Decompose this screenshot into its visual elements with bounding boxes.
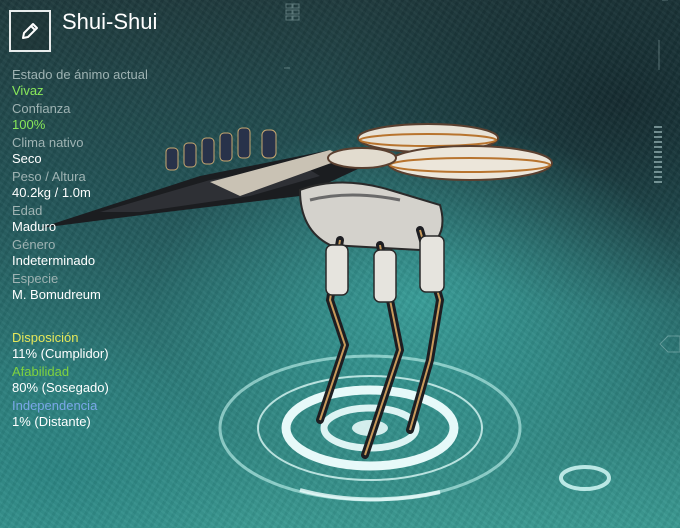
stat-label: Clima nativo <box>12 135 84 150</box>
stat-label: Confianza <box>12 101 71 116</box>
stat-label: Peso / Altura <box>12 169 86 184</box>
trait-label: Independencia <box>12 398 98 413</box>
stats-panel: Estado de ánimo actual Vivaz Confianza 1… <box>12 67 212 305</box>
trait-affability: Afabilidad 80% (Sosegado) <box>12 364 109 396</box>
stat-label: Especie <box>12 271 59 286</box>
stat-species: Especie M. Bomudreum <box>12 271 212 303</box>
stat-trust: Confianza 100% <box>12 101 212 133</box>
stat-gender: Género Indeterminado <box>12 237 212 269</box>
stat-label: Edad <box>12 203 43 218</box>
stat-value: 100% <box>12 117 46 132</box>
trait-label: Disposición <box>12 330 79 345</box>
stat-mood: Estado de ánimo actual Vivaz <box>12 67 212 99</box>
stat-value: Vivaz <box>12 83 44 98</box>
creature-name: Shui-Shui <box>62 9 158 34</box>
stat-label: Estado de ánimo actual <box>12 67 148 82</box>
traits-panel: Disposición 11% (Cumplidor) Afabilidad 8… <box>12 330 109 432</box>
trait-independence: Independencia 1% (Distante) <box>12 398 109 430</box>
stat-age: Edad Maduro <box>12 203 212 235</box>
pencil-icon <box>22 23 38 39</box>
trait-value: 11% (Cumplidor) <box>12 346 109 361</box>
trait-value: 80% (Sosegado) <box>12 380 109 395</box>
trait-disposition: Disposición 11% (Cumplidor) <box>12 330 109 362</box>
stat-value: Maduro <box>12 219 57 234</box>
stat-climate: Clima nativo Seco <box>12 135 212 167</box>
stat-weight-height: Peso / Altura 40.2kg / 1.0m <box>12 169 212 201</box>
trait-label: Afabilidad <box>12 364 70 379</box>
edit-name-button[interactable] <box>9 10 51 52</box>
stat-value: Seco <box>12 151 42 166</box>
stat-value: 40.2kg / 1.0m <box>12 185 91 200</box>
stat-label: Género <box>12 237 56 252</box>
stat-value: Indeterminado <box>12 253 96 268</box>
stat-value: M. Bomudreum <box>12 287 101 302</box>
trait-value: 1% (Distante) <box>12 414 91 429</box>
